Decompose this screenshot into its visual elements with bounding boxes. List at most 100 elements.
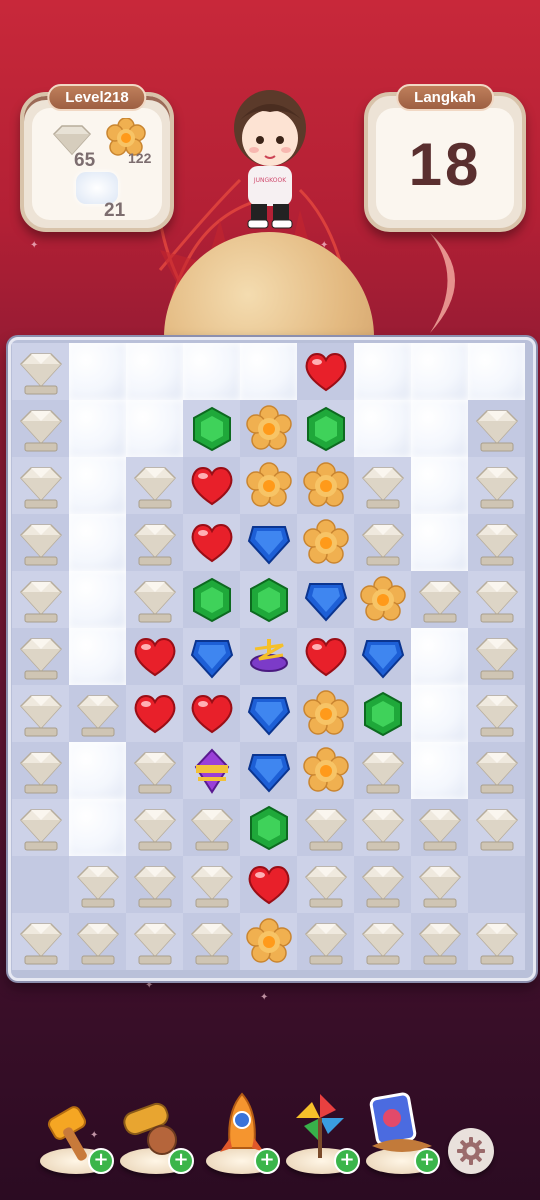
stone-block-icon bbox=[17, 519, 65, 567]
board-cell-stone-block[interactable] bbox=[69, 685, 126, 742]
board-cell-green-gem[interactable] bbox=[354, 685, 411, 742]
board-cell-stone-block[interactable] bbox=[12, 400, 69, 457]
board-cell-green-gem[interactable] bbox=[297, 400, 354, 457]
board-cell-green-gem[interactable] bbox=[240, 799, 297, 856]
board-cell-stone-block[interactable] bbox=[183, 799, 240, 856]
board-cell-stone-block[interactable] bbox=[297, 913, 354, 970]
green-gem-icon bbox=[302, 405, 350, 453]
board-cell-stone-block[interactable] bbox=[12, 343, 69, 400]
board-cell-stone-block[interactable] bbox=[468, 514, 525, 571]
board-cell-stone-block[interactable] bbox=[12, 514, 69, 571]
board-cell-stone-block[interactable] bbox=[12, 742, 69, 799]
board-cell-red-heart[interactable] bbox=[297, 343, 354, 400]
board-cell-stone-block[interactable] bbox=[468, 799, 525, 856]
board-cell-stone-block[interactable] bbox=[126, 514, 183, 571]
board-cell-cookie-flower[interactable] bbox=[297, 742, 354, 799]
stone-block-icon bbox=[17, 405, 65, 453]
board-cell-stone-block[interactable] bbox=[12, 571, 69, 628]
board-cell-stone-block[interactable] bbox=[126, 457, 183, 514]
stone-block-icon bbox=[17, 348, 65, 396]
rocket-booster-button[interactable]: + bbox=[202, 1088, 282, 1178]
board-cell-red-heart[interactable] bbox=[126, 685, 183, 742]
board-cell-stone-block[interactable] bbox=[411, 913, 468, 970]
board-cell-stone-block[interactable] bbox=[468, 913, 525, 970]
board-cell-stone-block[interactable] bbox=[69, 913, 126, 970]
stone-block-icon bbox=[131, 462, 179, 510]
board-cell-stone-block[interactable] bbox=[297, 799, 354, 856]
board-cell-red-heart[interactable] bbox=[183, 685, 240, 742]
board-cell-stone-block[interactable] bbox=[354, 457, 411, 514]
green-gem-icon bbox=[188, 405, 236, 453]
board-cell-cookie-flower[interactable] bbox=[297, 514, 354, 571]
board-cell-stone-block[interactable] bbox=[411, 856, 468, 913]
cannon-booster-button[interactable]: + bbox=[116, 1088, 196, 1178]
board-cell-stone-block[interactable] bbox=[183, 913, 240, 970]
hammer-booster-button[interactable]: + bbox=[36, 1088, 116, 1178]
add-rocket-icon[interactable]: + bbox=[254, 1148, 280, 1174]
board-cell-stone-block[interactable] bbox=[468, 628, 525, 685]
board-cell-stone-block[interactable] bbox=[354, 799, 411, 856]
board-cell-cloud-block bbox=[354, 343, 411, 400]
board-cell-spinning-top-booster[interactable] bbox=[240, 628, 297, 685]
board-cell-red-heart[interactable] bbox=[183, 457, 240, 514]
board-cell-purple-bomb-booster[interactable] bbox=[183, 742, 240, 799]
board-cell-stone-block[interactable] bbox=[126, 742, 183, 799]
settings-button[interactable] bbox=[448, 1128, 494, 1174]
board-cell-stone-block[interactable] bbox=[126, 856, 183, 913]
add-card-icon[interactable]: + bbox=[414, 1148, 440, 1174]
add-pinwheel-icon[interactable]: + bbox=[334, 1148, 360, 1174]
board-cell-stone-block[interactable] bbox=[468, 685, 525, 742]
board-cell-blue-gem[interactable] bbox=[354, 628, 411, 685]
board-cell-blue-gem[interactable] bbox=[240, 514, 297, 571]
board-cell-red-heart[interactable] bbox=[183, 514, 240, 571]
board-cell-stone-block[interactable] bbox=[354, 913, 411, 970]
board-cell-green-gem[interactable] bbox=[240, 571, 297, 628]
board-cell-red-heart[interactable] bbox=[126, 628, 183, 685]
board-cell-stone-block[interactable] bbox=[12, 685, 69, 742]
add-cannon-icon[interactable]: + bbox=[168, 1148, 194, 1174]
board-cell-cookie-flower[interactable] bbox=[240, 913, 297, 970]
board-cell-stone-block[interactable] bbox=[468, 400, 525, 457]
stone-block-icon bbox=[131, 804, 179, 852]
board-cell-cookie-flower[interactable] bbox=[297, 685, 354, 742]
board-cell-stone-block[interactable] bbox=[12, 799, 69, 856]
stone-block-icon bbox=[17, 462, 65, 510]
add-hammer-icon[interactable]: + bbox=[88, 1148, 114, 1174]
board-cell-red-heart[interactable] bbox=[297, 628, 354, 685]
board-cell-stone-block[interactable] bbox=[126, 571, 183, 628]
board-cell-cookie-flower[interactable] bbox=[240, 400, 297, 457]
board-cell-blue-gem[interactable] bbox=[240, 685, 297, 742]
board-cell-stone-block[interactable] bbox=[12, 628, 69, 685]
board-cell-stone-block[interactable] bbox=[354, 742, 411, 799]
red-heart-icon bbox=[245, 861, 293, 909]
board-cell-stone-block[interactable] bbox=[12, 457, 69, 514]
board-cell-blue-gem[interactable] bbox=[297, 571, 354, 628]
board-cell-red-heart[interactable] bbox=[240, 856, 297, 913]
board-cell-stone-block[interactable] bbox=[183, 856, 240, 913]
board-cell-stone-block[interactable] bbox=[69, 856, 126, 913]
board-cell-blue-gem[interactable] bbox=[240, 742, 297, 799]
board-cell-stone-block[interactable] bbox=[354, 856, 411, 913]
board-cell-stone-block[interactable] bbox=[126, 799, 183, 856]
board-cell-cloud-block bbox=[126, 343, 183, 400]
board-cell-green-gem[interactable] bbox=[183, 571, 240, 628]
shuffle-card-booster-button[interactable]: + bbox=[362, 1088, 442, 1178]
board-cell-stone-block[interactable] bbox=[297, 856, 354, 913]
board-cell-stone-block[interactable] bbox=[354, 514, 411, 571]
board-cell-cloud-block bbox=[69, 514, 126, 571]
board-cell-cookie-flower[interactable] bbox=[297, 457, 354, 514]
board-cell-blue-gem[interactable] bbox=[183, 628, 240, 685]
cookie-flower-icon bbox=[302, 518, 350, 567]
board-cell-stone-block[interactable] bbox=[468, 571, 525, 628]
board-cell-stone-block[interactable] bbox=[411, 571, 468, 628]
board-cell-stone-block[interactable] bbox=[468, 742, 525, 799]
board-cell-stone-block[interactable] bbox=[468, 457, 525, 514]
pinwheel-booster-button[interactable]: + bbox=[282, 1088, 362, 1178]
board-cell-stone-block[interactable] bbox=[126, 913, 183, 970]
board-cell-stone-block[interactable] bbox=[411, 799, 468, 856]
red-heart-icon bbox=[188, 519, 236, 567]
board-cell-stone-block[interactable] bbox=[12, 913, 69, 970]
board-cell-cookie-flower[interactable] bbox=[240, 457, 297, 514]
board-cell-cookie-flower[interactable] bbox=[354, 571, 411, 628]
board-cell-green-gem[interactable] bbox=[183, 400, 240, 457]
